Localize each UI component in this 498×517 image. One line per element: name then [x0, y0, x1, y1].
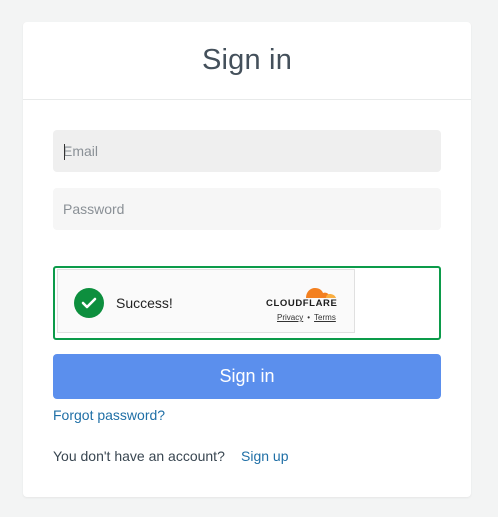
no-account-text: You don't have an account? — [53, 448, 225, 464]
text-cursor — [64, 144, 65, 160]
captcha-status-text: Success! — [116, 295, 173, 311]
terms-link[interactable]: Terms — [314, 313, 336, 322]
signin-card: Sign in Success! CLOUDFLARE Privacy •Term… — [23, 22, 471, 497]
privacy-link[interactable]: Privacy — [277, 313, 303, 322]
card-header: Sign in — [23, 22, 471, 100]
signin-button[interactable]: Sign in — [53, 354, 441, 399]
cloudflare-wordmark: CLOUDFLARE — [266, 298, 338, 309]
signup-link[interactable]: Sign up — [241, 448, 288, 464]
captcha-links: Privacy • Terms — [277, 313, 336, 322]
password-input[interactable] — [53, 188, 441, 230]
checkmark-icon — [74, 288, 104, 318]
cloudflare-turnstile-widget[interactable]: Success! CLOUDFLARE Privacy • Terms — [57, 269, 355, 333]
captcha-container: Success! CLOUDFLARE Privacy • Terms — [53, 266, 441, 340]
email-input[interactable] — [53, 130, 441, 172]
forgot-password-link[interactable]: Forgot password? — [53, 407, 165, 423]
page-title: Sign in — [201, 44, 293, 76]
link-separator: • — [307, 313, 311, 322]
